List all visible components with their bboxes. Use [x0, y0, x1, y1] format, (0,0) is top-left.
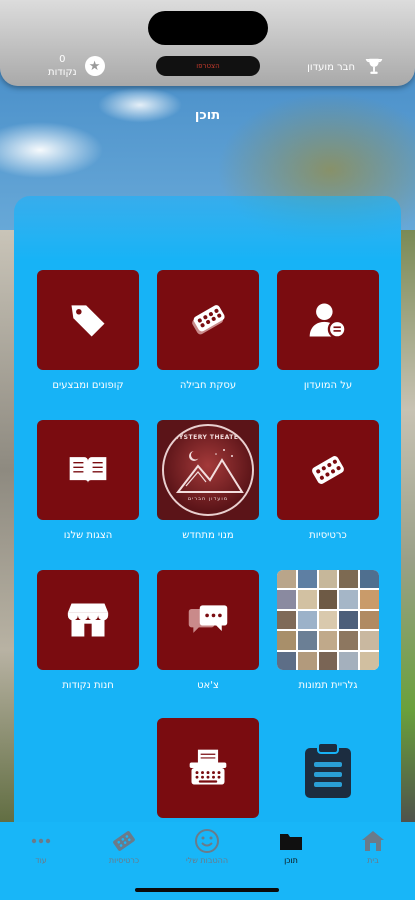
tab-label: בית: [367, 856, 379, 865]
club-logo: MYSTERY THEATER מועדון חברים: [162, 424, 254, 516]
clipboard-icon[interactable]: [303, 742, 353, 800]
tab-my-benefits[interactable]: ההטבות שלי: [172, 828, 242, 865]
top-header: הצטרפו 0 נקודות ★ חבר מועדון: [0, 0, 415, 86]
points-widget[interactable]: 0 נקודות ★: [48, 50, 105, 82]
book-icon: [69, 457, 107, 483]
background-edge-right: [401, 230, 415, 830]
tile-photo-gallery[interactable]: גלריית תמונות: [277, 570, 379, 691]
bottom-tab-bar: בית תוכן ההטבות שלי כרטיסיות עוד: [0, 822, 415, 900]
tab-home[interactable]: בית: [338, 828, 408, 865]
dynamic-island: [148, 11, 268, 45]
tile-points-store[interactable]: חנות נקודות: [37, 570, 139, 691]
smile-icon: [195, 829, 219, 853]
page-title: תוכן: [194, 108, 221, 123]
photo-gallery: [277, 570, 379, 670]
points-value: 0: [59, 54, 66, 65]
tile-our-shows[interactable]: הצגות שלנו: [37, 420, 139, 541]
store-icon: [67, 603, 109, 637]
tile-typewriter[interactable]: [157, 718, 259, 818]
typewriter-icon: [189, 749, 227, 785]
tile-label: צ'אט: [197, 680, 219, 691]
points-label: נקודות: [48, 67, 77, 78]
tag-icon: [71, 305, 105, 337]
tile-label: חנות נקודות: [62, 680, 114, 691]
ticket-card-icon: [312, 456, 344, 484]
tab-label: ההטבות שלי: [185, 856, 229, 865]
tile-label: גלריית תמונות: [298, 680, 358, 691]
tile-chat[interactable]: צ'אט: [157, 570, 259, 691]
club-member-widget[interactable]: חבר מועדון: [307, 56, 385, 78]
tab-label: תוכן: [284, 856, 298, 865]
tab-more[interactable]: עוד: [6, 828, 76, 865]
user-info-icon: [309, 303, 347, 339]
logo-bottom-text: מועדון חברים: [187, 496, 229, 502]
tile-label: על המועדון: [303, 380, 353, 391]
chat-icon: [188, 605, 228, 633]
tile-package-deal[interactable]: עסקת חבילה: [157, 270, 259, 391]
tile-label: עסקת חבילה: [179, 380, 237, 391]
home-indicator: [135, 888, 279, 892]
home-icon: [362, 831, 384, 851]
tickets-icon: [192, 305, 225, 335]
trophy-icon: [365, 58, 383, 74]
tab-label: עוד: [35, 856, 47, 865]
points-text: 0 נקודות: [48, 53, 77, 79]
tile-coupons[interactable]: קופונים ומבצעים: [37, 270, 139, 391]
tile-about-club[interactable]: על המועדון: [277, 270, 379, 391]
star-icon: ★: [84, 56, 105, 76]
ticket-icon: [113, 831, 135, 851]
tab-punch-cards[interactable]: כרטיסיות: [89, 828, 159, 865]
tab-label: כרטיסיות: [108, 856, 140, 865]
folder-icon: [280, 834, 302, 850]
tile-label: מנוי מתחדש: [182, 530, 234, 541]
join-pill[interactable]: הצטרפו: [156, 56, 260, 76]
more-icon: [31, 838, 51, 844]
club-member-label: חבר מועדון: [307, 61, 355, 73]
tile-label: הצגות שלנו: [63, 530, 113, 541]
tile-label: קופונים ומבצעים: [52, 380, 124, 391]
tile-label: כרטיסיות: [309, 530, 347, 541]
tile-subscription[interactable]: MYSTERY THEATER מועדון חברים מנוי מתחדש: [157, 420, 259, 541]
background-edge-left: [0, 230, 14, 830]
mountains-graphic: [175, 449, 244, 493]
tab-content[interactable]: תוכן: [256, 828, 326, 865]
tile-punch-cards[interactable]: כרטיסיות: [277, 420, 379, 541]
